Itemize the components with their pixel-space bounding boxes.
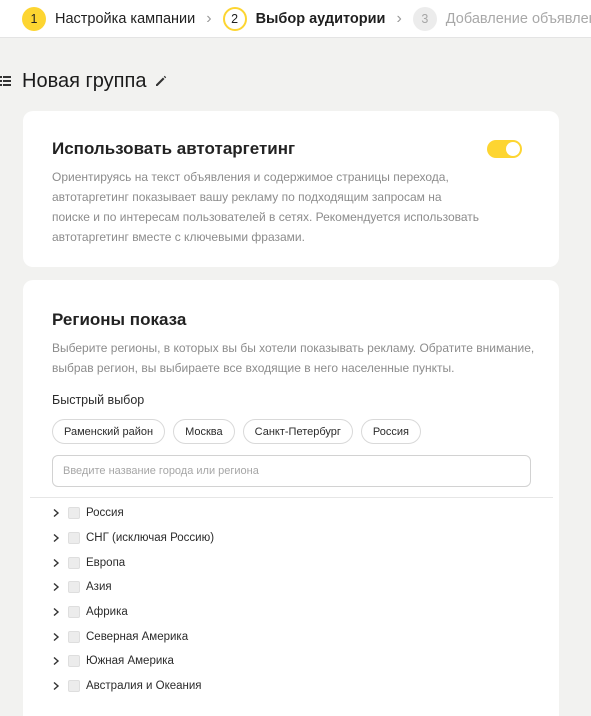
autotargeting-toggle[interactable] [487,140,522,158]
step-label: Добавление объявлений [445,10,591,27]
quick-select-chips: Раменский район Москва Санкт-Петербург Р… [52,419,421,444]
region-item-africa: Африка [52,600,214,625]
region-label: Россия [86,507,124,520]
region-checkbox[interactable] [68,581,80,594]
chevron-right-icon: › [396,9,402,27]
chevron-right-icon[interactable] [52,632,60,642]
chevron-right-icon[interactable] [52,607,60,617]
region-label: Южная Америка [86,655,174,668]
autotargeting-description: Ориентируясь на текст объявления и содер… [52,170,480,244]
step-audience-selection[interactable]: 2 Выбор аудитории [222,6,386,31]
region-label: Азия [86,581,112,594]
chevron-right-icon[interactable] [52,508,60,518]
divider [30,497,553,498]
campaign-stepper: 1 Настройка кампании › 2 Выбор аудитории… [0,0,591,38]
step-number: 3 [412,6,437,31]
group-title: Новая группа [22,69,147,92]
chip-ramensky[interactable]: Раменский район [52,419,166,444]
region-label: СНГ (исключая Россию) [86,532,215,545]
region-checkbox[interactable] [68,680,80,693]
chevron-right-icon[interactable] [52,533,60,543]
region-label: Северная Америка [86,630,189,643]
region-item-europe: Европа [52,550,214,575]
chip-saint-petersburg[interactable]: Санкт-Петербург [242,419,353,444]
region-label: Африка [86,606,128,619]
regions-card: Регионы показа Выберите регионы, в котор… [23,280,559,716]
region-checkbox[interactable] [68,507,80,520]
chevron-right-icon[interactable] [52,681,60,691]
region-checkbox[interactable] [68,630,80,643]
chevron-right-icon[interactable] [52,582,60,592]
region-search-input[interactable] [52,455,531,487]
regions-description: Выберите регионы, в которых вы бы хотели… [52,341,535,375]
region-item-asia: Азия [52,575,214,600]
region-item-cis: СНГ (исключая Россию) [52,526,214,551]
step-number: 1 [22,6,46,31]
toggle-knob [506,142,520,156]
region-item-australia-oceania: Австралия и Океания [52,674,214,699]
region-checkbox[interactable] [68,606,80,619]
list-icon [0,76,11,86]
regions-title: Регионы показа [52,310,187,329]
step-label: Выбор аудитории [255,10,386,27]
chip-russia[interactable]: Россия [360,419,421,444]
chip-moscow[interactable]: Москва [173,419,235,444]
step-campaign-settings[interactable]: 1 Настройка кампании [22,6,196,31]
step-add-ads[interactable]: 3 Добавление объявлений [412,6,591,31]
region-checkbox[interactable] [68,532,80,545]
group-header: Новая группа [0,66,168,96]
region-checkbox[interactable] [68,655,80,668]
region-checkbox[interactable] [68,556,80,569]
region-label: Австралия и Океания [86,680,202,693]
quick-select-label: Быстрый выбор [52,393,145,407]
autotargeting-card: Использовать автотаргетинг Ориентируясь … [23,111,559,267]
chevron-right-icon[interactable] [52,558,60,568]
chevron-right-icon[interactable] [52,656,60,666]
chevron-right-icon: › [206,9,212,27]
region-tree: Россия СНГ (исключая Россию) Европа Азия… [52,501,214,699]
region-item-south-america: Южная Америка [52,649,214,674]
pencil-icon[interactable] [154,74,168,88]
region-label: Европа [86,556,126,569]
step-label: Настройка кампании [55,10,196,27]
region-item-russia: Россия [52,501,214,526]
autotargeting-title: Использовать автотаргетинг [52,139,296,158]
region-item-north-america: Северная Америка [52,624,214,649]
step-number: 2 [222,6,247,31]
